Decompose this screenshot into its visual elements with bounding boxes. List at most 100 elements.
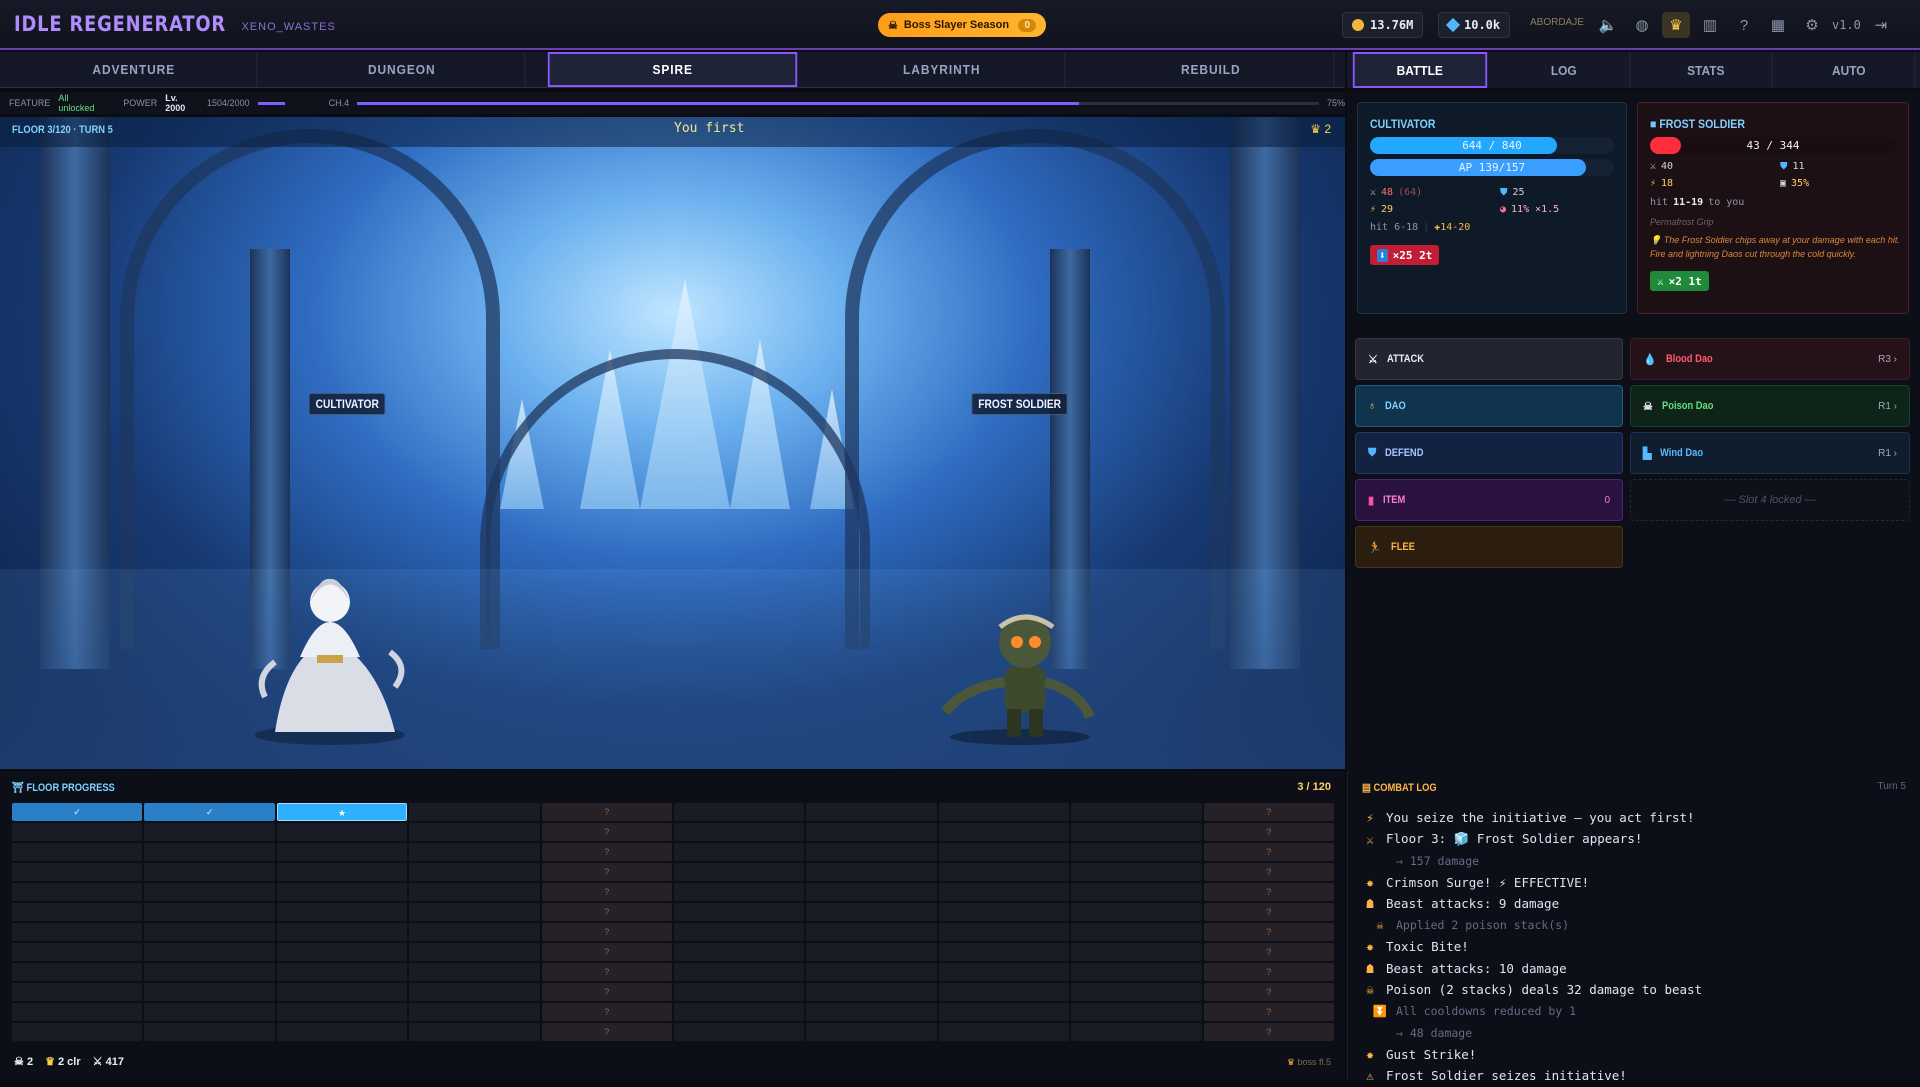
floor-cell[interactable] xyxy=(1071,1003,1202,1021)
globe-icon[interactable]: ◍ xyxy=(1628,12,1656,38)
floor-cell[interactable] xyxy=(276,843,408,861)
floor-cell[interactable] xyxy=(938,863,1070,881)
floor-cell[interactable]: ? xyxy=(541,923,672,941)
floor-cell[interactable] xyxy=(144,883,275,901)
item-button[interactable]: ▮ ITEM 0 xyxy=(1355,479,1623,521)
tab-labyrinth[interactable]: LABYRINTH xyxy=(819,52,1066,87)
tab-spire[interactable]: SPIRE xyxy=(547,52,798,87)
floor-cell[interactable] xyxy=(409,1023,540,1041)
floor-cell[interactable] xyxy=(409,963,540,981)
floor-cell[interactable] xyxy=(673,803,805,821)
floor-cell[interactable]: ? xyxy=(1203,903,1334,921)
floor-cell[interactable] xyxy=(144,1023,275,1041)
floor-cell[interactable] xyxy=(1071,983,1202,1001)
floor-cell[interactable] xyxy=(144,923,275,941)
floor-cell[interactable]: ? xyxy=(541,883,672,901)
floor-cell[interactable] xyxy=(144,1003,275,1021)
floor-cell[interactable] xyxy=(806,1023,937,1041)
floor-cell[interactable] xyxy=(12,823,143,841)
floor-cell[interactable] xyxy=(12,863,143,881)
floor-cell[interactable]: ? xyxy=(541,983,672,1001)
floor-cell[interactable] xyxy=(938,903,1070,921)
floor-cell[interactable] xyxy=(409,803,540,821)
floor-cell[interactable] xyxy=(806,923,937,941)
help-icon[interactable]: ? xyxy=(1730,12,1758,38)
floor-cell[interactable] xyxy=(12,983,143,1001)
floor-cell[interactable] xyxy=(409,863,540,881)
floor-cell[interactable] xyxy=(144,823,275,841)
floor-cell[interactable] xyxy=(12,943,143,961)
floor-cell[interactable]: ✓ xyxy=(144,803,275,821)
wind-dao-button[interactable]: ▙ Wind Dao R1 › xyxy=(1630,432,1910,474)
floor-cell[interactable] xyxy=(806,823,937,841)
tab-rebuild[interactable]: REBUILD xyxy=(1087,52,1335,87)
floor-cell[interactable] xyxy=(938,963,1070,981)
calendar-icon[interactable]: ▦ xyxy=(1764,12,1792,38)
floor-cell[interactable] xyxy=(276,883,408,901)
tab-battle[interactable]: BATTLE xyxy=(1352,52,1487,88)
floor-cell[interactable]: ? xyxy=(541,823,672,841)
floor-cell[interactable] xyxy=(806,963,937,981)
floor-cell[interactable] xyxy=(1071,963,1202,981)
floor-cell[interactable] xyxy=(1071,883,1202,901)
floor-cell[interactable] xyxy=(409,823,540,841)
floor-cell[interactable] xyxy=(806,1003,937,1021)
logout-icon[interactable]: ⇥ xyxy=(1867,12,1895,38)
floor-cell[interactable] xyxy=(12,1023,143,1041)
floor-cell[interactable]: ? xyxy=(1203,943,1334,961)
gold-counter[interactable]: 13.76M xyxy=(1342,12,1424,38)
tab-log[interactable]: LOG xyxy=(1498,52,1630,88)
dao-button[interactable]: ♁ DAO xyxy=(1355,385,1623,427)
settings-gear-icon[interactable]: ⚙ xyxy=(1798,12,1826,38)
floor-cell[interactable] xyxy=(144,843,275,861)
season-button[interactable]: ☠ Boss Slayer Season 0 xyxy=(878,13,1046,37)
floor-cell[interactable] xyxy=(673,863,805,881)
tab-auto[interactable]: AUTO xyxy=(1783,52,1915,88)
floor-cell[interactable] xyxy=(144,983,275,1001)
floor-cell[interactable]: ? xyxy=(1203,823,1334,841)
floor-cell[interactable] xyxy=(276,963,408,981)
floor-cell[interactable] xyxy=(409,903,540,921)
floor-cell[interactable] xyxy=(1071,923,1202,941)
floor-cell[interactable] xyxy=(806,943,937,961)
cultivator-sprite[interactable] xyxy=(245,547,415,747)
floor-cell[interactable]: ? xyxy=(1203,923,1334,941)
floor-cell[interactable] xyxy=(1071,823,1202,841)
floor-cell[interactable] xyxy=(144,903,275,921)
floor-cell[interactable] xyxy=(673,963,805,981)
floor-cell[interactable] xyxy=(673,1023,805,1041)
floor-cell[interactable] xyxy=(12,843,143,861)
floor-cell[interactable] xyxy=(806,883,937,901)
floor-cell[interactable] xyxy=(1071,843,1202,861)
floor-cell[interactable]: ? xyxy=(541,943,672,961)
floor-cell[interactable] xyxy=(409,1003,540,1021)
floor-cell[interactable] xyxy=(144,943,275,961)
gem-counter[interactable]: 10.0k xyxy=(1438,12,1511,38)
floor-cell[interactable] xyxy=(1071,803,1202,821)
floor-cell[interactable] xyxy=(12,923,143,941)
floor-cell[interactable] xyxy=(938,1003,1070,1021)
floor-cell[interactable] xyxy=(938,943,1070,961)
player-effect-chip[interactable]: ⬇ ×25 2t xyxy=(1370,245,1440,265)
floor-cell[interactable]: ? xyxy=(1203,963,1334,981)
floor-cell[interactable] xyxy=(673,943,805,961)
floor-cell[interactable]: ? xyxy=(1203,1003,1334,1021)
tab-adventure[interactable]: ADVENTURE xyxy=(11,52,258,87)
floor-cell[interactable]: ? xyxy=(541,863,672,881)
floor-cell[interactable]: ★ xyxy=(276,803,408,821)
floor-cell[interactable] xyxy=(806,863,937,881)
floor-cell[interactable] xyxy=(12,903,143,921)
combat-log-lines[interactable]: ⚡ You seize the initiative — you act firs… xyxy=(1362,807,1907,1087)
floor-cell[interactable] xyxy=(673,923,805,941)
floor-cell[interactable] xyxy=(938,843,1070,861)
floor-cell[interactable] xyxy=(806,903,937,921)
floor-cell[interactable] xyxy=(673,983,805,1001)
defend-button[interactable]: ⛊ DEFEND xyxy=(1355,432,1623,474)
trophy-icon[interactable]: ♛ xyxy=(1662,12,1690,38)
floor-cell[interactable] xyxy=(409,843,540,861)
floor-cell[interactable] xyxy=(938,983,1070,1001)
floor-cell[interactable] xyxy=(12,883,143,901)
floor-cell[interactable] xyxy=(806,803,937,821)
floor-cell[interactable] xyxy=(144,863,275,881)
floor-cell[interactable]: ? xyxy=(541,1023,672,1041)
